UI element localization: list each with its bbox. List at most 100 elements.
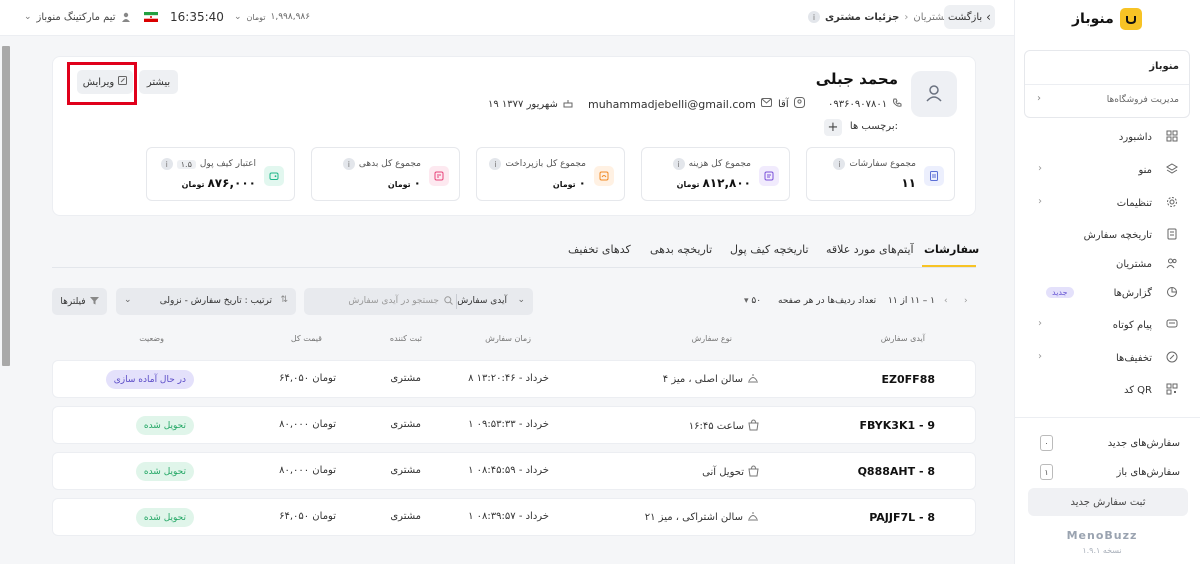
table-row[interactable]: Q888AHT - 8 تحویل آنی ۱ خرداد - ۰۸:۴۵:۵۹ مش… <box>52 452 976 490</box>
chevron-down-icon: ▾ <box>744 296 749 306</box>
annotation-highlight-box <box>67 62 137 105</box>
sidebar-item-label: پیام کوتاه <box>1112 319 1152 331</box>
page-scrollbar[interactable] <box>2 46 10 366</box>
refund-icon <box>594 166 614 186</box>
table-header: وضعیت <box>139 334 164 343</box>
sidebar-item-1[interactable]: داشبورد <box>1024 124 1190 150</box>
search-input[interactable]: جستجو در آیدی سفارش آیدی سفارش ⌄ <box>304 288 533 315</box>
new-order-button[interactable]: ثبت سفارش جدید <box>1028 488 1188 516</box>
dashboard-icon <box>1166 130 1178 145</box>
customer-title: آقا <box>778 96 805 112</box>
rows-per-page-select[interactable]: ▾ ۵۰ <box>744 296 761 306</box>
order-creator: مشتری <box>390 511 421 522</box>
store-name: منوباز <box>1149 61 1179 72</box>
table-header: قیمت کل <box>290 334 322 343</box>
tab-3[interactable]: تاریخچه کیف پول <box>730 243 809 256</box>
order-creator: مشتری <box>390 419 421 430</box>
info-icon[interactable]: i <box>672 158 685 170</box>
order-id[interactable]: PAJJF7L - 8 <box>869 511 935 524</box>
customer-phone: ۰۹۳۶۰۹۰۷۸۰۱ <box>828 96 902 112</box>
table-header: ثبت کننده <box>389 334 422 343</box>
avatar <box>911 71 957 117</box>
brand[interactable]: منوباز <box>1072 8 1142 30</box>
stat-number: ۸۱۲,۸۰۰ <box>702 176 751 190</box>
stat-number: ۰ <box>578 176 586 190</box>
prev-page-button[interactable]: ‹ <box>944 296 948 306</box>
order-id[interactable]: Q888AHT - 8 <box>858 465 935 478</box>
order-type: سالن اصلی ، میز ۴ <box>663 373 759 386</box>
stat-title: i مجموع کل هزینه <box>672 158 751 170</box>
stat-title: i مجموع سفارشات <box>833 158 916 170</box>
wallet-icon <box>264 166 284 186</box>
sort-value: ترتیب : تاریخ سفارش - نزولی <box>159 296 272 306</box>
back-button[interactable]: بازگشت ‹ <box>944 5 995 29</box>
balance-unit: تومان <box>246 12 266 22</box>
debt-icon <box>429 166 449 186</box>
new-orders-item[interactable]: سفارش‌های جدید ۰ <box>1040 433 1180 453</box>
store-selector[interactable]: منوباز مدیریت فروشگاه‌ها › <box>1024 50 1190 118</box>
order-creator: مشتری <box>390 373 421 384</box>
info-icon[interactable]: i <box>160 158 173 170</box>
stat-number: ۱۱ <box>901 176 916 190</box>
chevron-down-icon: ⌄ <box>234 12 242 22</box>
table-row[interactable]: FBYK3K1 - 9 ساعت ۱۶:۴۵ ۱ خرداد - ۰۹:۵۳:۳۳ م… <box>52 406 976 444</box>
stat-unit: تومان <box>181 180 205 189</box>
breadcrumb: i جزئیات مشتری › مشتریان <box>808 0 949 34</box>
open-orders-label: سفارش‌های باز <box>1116 466 1180 478</box>
tab-4[interactable]: تاریخچه بدهی <box>650 243 712 256</box>
order-id[interactable]: EZ0FF88 <box>882 373 935 386</box>
store-manage-link[interactable]: مدیریت فروشگاه‌ها <box>1107 95 1179 105</box>
wallet-badge: ۱.۵ <box>176 159 196 169</box>
order-type: تحویل آنی <box>702 465 759 480</box>
filters-button[interactable]: فیلترها <box>52 288 107 315</box>
more-button[interactable]: بیشتر <box>139 70 178 94</box>
stat-value: ۱۱ <box>901 176 916 190</box>
sidebar-item-label: مشتریان <box>1116 258 1152 270</box>
sidebar-item-6[interactable]: گزارش‌ها جدید <box>1024 280 1190 306</box>
sidebar-item-label: منو <box>1138 164 1152 176</box>
iran-flag-icon <box>144 0 158 34</box>
customer-name: محمد جبلی <box>815 70 898 88</box>
order-time: ۱ خرداد - ۰۸:۴۵:۵۹ <box>468 465 549 476</box>
sidebar-item-7[interactable]: پیام کوتاه › <box>1024 312 1190 338</box>
user-icon <box>121 12 131 22</box>
next-page-button[interactable]: › <box>964 296 968 306</box>
tab-2[interactable]: آیتم‌های مورد علاقه <box>826 243 914 256</box>
layers-icon <box>1166 163 1178 178</box>
mail-icon <box>760 98 772 110</box>
sidebar-item-5[interactable]: مشتریان <box>1024 251 1190 277</box>
gear-icon <box>1166 196 1178 211</box>
sidebar-item-8[interactable]: تخفیف‌ها › <box>1024 345 1190 371</box>
sidebar-item-3[interactable]: تنظیمات › <box>1024 190 1190 216</box>
tab-1[interactable]: سفارشات <box>924 243 979 256</box>
table-header: آیدی سفارش <box>880 334 925 343</box>
team-switcher[interactable]: ⌄ تیم مارکتینگ منوباز <box>24 0 131 34</box>
sort-select[interactable]: ⌄ ترتیب : تاریخ سفارش - نزولی ⇅ <box>116 288 296 315</box>
sidebar-item-label: گزارش‌ها <box>1113 287 1152 299</box>
info-icon[interactable]: i <box>489 158 502 170</box>
person-icon <box>793 97 805 111</box>
order-type-text: سالن اشتراکی ، میز ۲۱ <box>644 512 743 523</box>
sidebar-item-2[interactable]: منو › <box>1024 157 1190 183</box>
table-row[interactable]: PAJJF7L - 8 سالن اشتراکی ، میز ۲۱ ۱ خرداد … <box>52 498 976 536</box>
sidebar-item-4[interactable]: تاریخچه سفارش <box>1024 222 1190 248</box>
customer-email: muhammadjebelli@gmail.com <box>588 96 772 112</box>
search-field-select[interactable]: آیدی سفارش <box>457 296 507 306</box>
status-badge: در حال آماده سازی <box>105 370 194 389</box>
order-total-price: ۶۴,۰۵۰ تومان <box>279 373 336 384</box>
sidebar-item-9[interactable]: کد QR <box>1024 377 1190 403</box>
stat-title-text: مجموع کل هزینه <box>688 159 751 169</box>
table-row[interactable]: EZ0FF88 سالن اصلی ، میز ۴ ۸ خرداد - ۱۳:۲۰:… <box>52 360 976 398</box>
order-id[interactable]: FBYK3K1 - 9 <box>860 419 936 432</box>
info-icon[interactable]: i <box>833 158 846 170</box>
active-tab-indicator <box>922 265 976 267</box>
search-placeholder: جستجو در آیدی سفارش <box>348 296 439 306</box>
tab-5[interactable]: کدهای تخفیف <box>568 243 631 256</box>
status-badge: تحویل شده <box>135 416 194 435</box>
birthday-value: ۱۹ شهریور ۱۳۷۷ <box>488 98 558 110</box>
balance-dropdown[interactable]: ⌄ تومان ۱,۹۹۸,۹۸۶ <box>234 0 310 34</box>
new-orders-label: سفارش‌های جدید <box>1107 437 1180 449</box>
info-icon[interactable]: i <box>342 158 355 170</box>
open-orders-item[interactable]: سفارش‌های باز ۱ <box>1040 462 1180 482</box>
add-tag-button[interactable]: + <box>824 119 842 136</box>
